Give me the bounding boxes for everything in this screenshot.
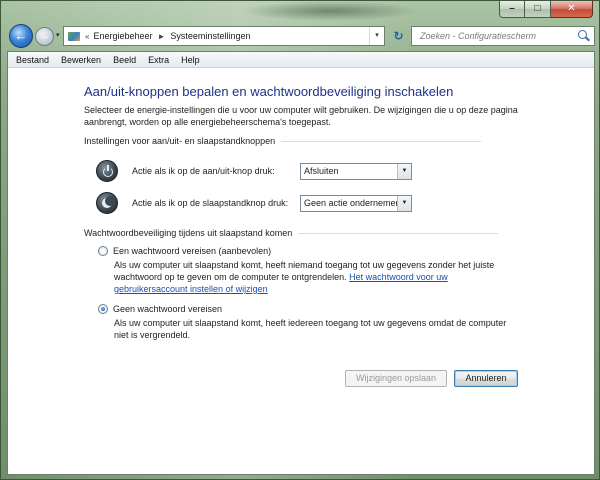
chevron-down-icon[interactable]: ▼ xyxy=(397,163,411,179)
search-input[interactable]: Zoeken - Configuratiescherm xyxy=(411,26,595,46)
maximize-button[interactable]: □ xyxy=(525,1,551,18)
buttons-section-heading: Instellingen voor aan/uit- en slaapstand… xyxy=(84,136,482,146)
power-button-label: Actie als ik op de aan/uit-knop druk: xyxy=(132,166,275,176)
settings-content: Aan/uit-knoppen bepalen en wachtwoordbev… xyxy=(8,68,594,474)
power-icon xyxy=(96,160,118,182)
control-panel-icon xyxy=(67,30,81,43)
menu-item-bewerken[interactable]: Bewerken xyxy=(55,55,107,65)
sleep-button-action-value: Geen actie ondernemen xyxy=(304,197,401,208)
navigation-bar: ← → ▾ « Energiebeheer ► Systeeminstellin… xyxy=(7,23,595,49)
sleep-button-label: Actie als ik op de slaapstandknop druk: xyxy=(132,198,289,208)
menu-bar: Bestand Bewerken Beeld Extra Help xyxy=(8,52,594,68)
no-password-radio[interactable] xyxy=(98,304,108,314)
back-button[interactable]: ← xyxy=(9,24,33,48)
search-icon[interactable] xyxy=(578,30,590,42)
breadcrumb-overflow-chevron[interactable]: « xyxy=(85,32,89,41)
breadcrumb-separator-icon[interactable]: ► xyxy=(158,32,166,41)
no-password-option: Geen wachtwoord vereisen Als uw computer… xyxy=(98,304,518,341)
sleep-button-action-select[interactable]: Geen actie ondernemen ▼ xyxy=(300,194,412,212)
client-area: Bestand Bewerken Beeld Extra Help Aan/ui… xyxy=(7,51,595,475)
require-password-description: Als uw computer uit slaapstand komt, hee… xyxy=(114,259,514,295)
menu-item-bestand[interactable]: Bestand xyxy=(10,55,55,65)
section-divider xyxy=(298,232,499,234)
require-password-option: Een wachtwoord vereisen (aanbevolen) Als… xyxy=(98,246,518,295)
menu-item-help[interactable]: Help xyxy=(175,55,206,65)
page-title: Aan/uit-knoppen bepalen en wachtwoordbev… xyxy=(84,84,454,99)
password-section-heading: Wachtwoordbeveiliging tijdens uit slaaps… xyxy=(84,228,499,238)
moon-icon xyxy=(96,192,118,214)
window-frame: – □ ✕ ← → ▾ « Energiebeheer ► Systeemins… xyxy=(0,0,600,480)
power-button-action-value: Afsluiten xyxy=(304,165,339,176)
require-password-radio-line[interactable]: Een wachtwoord vereisen (aanbevolen) xyxy=(98,246,518,256)
forward-button[interactable]: → xyxy=(35,27,54,46)
menu-item-beeld[interactable]: Beeld xyxy=(107,55,142,65)
refresh-button[interactable]: ↻ xyxy=(390,28,407,45)
address-dropdown-icon[interactable]: ▾ xyxy=(369,27,384,45)
intro-text: Selecteer de energie-instellingen die u … xyxy=(84,105,518,127)
breadcrumb-item-systeeminstellingen[interactable]: Systeeminstellingen xyxy=(170,31,250,41)
buttons-section-heading-text: Instellingen voor aan/uit- en slaapstand… xyxy=(84,136,276,146)
no-password-label[interactable]: Geen wachtwoord vereisen xyxy=(113,304,222,314)
password-section-heading-text: Wachtwoordbeveiliging tijdens uit slaaps… xyxy=(84,228,293,238)
require-password-label[interactable]: Een wachtwoord vereisen (aanbevolen) xyxy=(113,246,271,256)
save-changes-button[interactable]: Wijzigingen opslaan xyxy=(345,370,447,387)
cancel-button[interactable]: Annuleren xyxy=(454,370,518,387)
search-placeholder: Zoeken - Configuratiescherm xyxy=(420,31,537,41)
address-bar[interactable]: « Energiebeheer ► Systeeminstellingen ▾ xyxy=(63,26,385,46)
caption-buttons: – □ ✕ xyxy=(499,1,593,18)
power-button-setting: Actie als ik op de aan/uit-knop druk: Af… xyxy=(96,160,412,182)
no-password-radio-line[interactable]: Geen wachtwoord vereisen xyxy=(98,304,518,314)
breadcrumb-item-energiebeheer[interactable]: Energiebeheer xyxy=(93,31,152,41)
require-password-radio[interactable] xyxy=(98,246,108,256)
section-divider xyxy=(281,140,482,142)
sleep-button-setting: Actie als ik op de slaapstandknop druk: … xyxy=(96,192,412,214)
close-button[interactable]: ✕ xyxy=(551,1,593,18)
menu-item-extra[interactable]: Extra xyxy=(142,55,175,65)
no-password-description: Als uw computer uit slaapstand komt, hee… xyxy=(114,318,507,340)
chevron-down-icon[interactable]: ▼ xyxy=(397,195,411,211)
power-button-action-select[interactable]: Afsluiten ▼ xyxy=(300,162,412,180)
minimize-button[interactable]: – xyxy=(499,1,525,18)
